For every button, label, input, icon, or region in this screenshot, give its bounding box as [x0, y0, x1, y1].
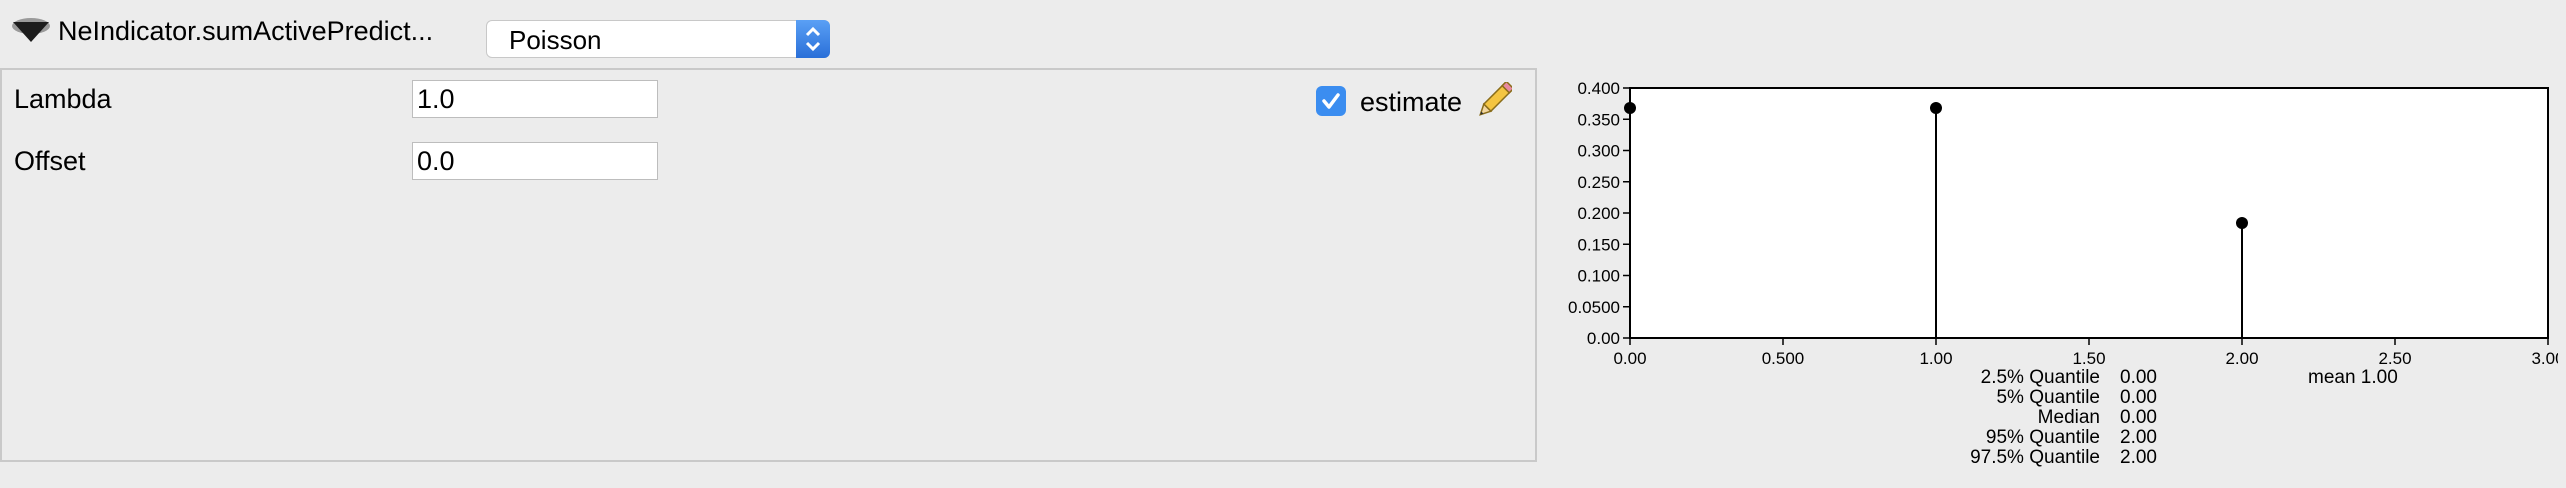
x-tick-label: 2.00 — [2225, 349, 2258, 368]
mean-value: mean 1.00 — [2308, 367, 2398, 388]
offset-input[interactable] — [412, 142, 658, 180]
quantile-label: 2.5% Quantile — [1980, 367, 2100, 388]
x-tick-label: 1.50 — [2072, 349, 2105, 368]
parameter-panel: Lambda Offset estimate — [0, 68, 1537, 462]
distribution-select-value: Poisson — [509, 25, 602, 55]
quantile-label: Median — [2037, 407, 2100, 428]
parameter-header: NeIndicator.sumActivePredict... Poisson — [0, 0, 860, 66]
y-tick-label: 0.250 — [1577, 173, 1620, 192]
quantile-label: 95% Quantile — [1985, 427, 2100, 448]
stem-point — [1930, 102, 1942, 114]
x-tick-label: 0.500 — [1762, 349, 1805, 368]
lambda-label: Lambda — [14, 84, 112, 114]
y-tick-label: 0.300 — [1577, 142, 1620, 161]
quantile-labels: 2.5% Quantile 5% Quantile Median 95% Qua… — [1900, 368, 2100, 468]
y-tick-label: 0.100 — [1577, 267, 1620, 286]
stem-point — [2236, 217, 2248, 229]
distribution-select[interactable]: Poisson — [486, 20, 830, 58]
x-tick-label: 1.00 — [1919, 349, 1952, 368]
y-tick-label: 0.200 — [1577, 204, 1620, 223]
quantile-value: 2.00 — [2120, 427, 2157, 448]
plot-area — [1629, 87, 2549, 339]
lambda-input[interactable] — [412, 80, 658, 118]
y-tick-label: 0.150 — [1577, 235, 1620, 254]
quantile-value: 0.00 — [2120, 367, 2157, 388]
y-tick-label: 0.350 — [1577, 110, 1620, 129]
dropdown-stepper-icon[interactable] — [796, 20, 830, 58]
y-tick-label: 0.400 — [1577, 79, 1620, 98]
stem-point — [1624, 102, 1636, 114]
checkbox-checked-icon — [1322, 93, 1340, 109]
x-tick-label: 3.00 — [2531, 349, 2558, 368]
offset-label: Offset — [14, 146, 86, 176]
quantile-label: 97.5% Quantile — [1970, 447, 2100, 468]
estimate-checkbox[interactable] — [1316, 86, 1346, 116]
quantile-value: 2.00 — [2120, 447, 2157, 468]
y-tick-label: 0.0500 — [1568, 298, 1620, 317]
distribution-chart: 0.400 0.350 0.300 0.250 0.200 0.150 0.100 0.050… — [1568, 79, 2558, 368]
quantile-label: 5% Quantile — [1996, 387, 2100, 408]
x-tick-label: 2.50 — [2378, 349, 2411, 368]
collapse-triangle-icon[interactable] — [10, 16, 52, 44]
quantile-value: 0.00 — [2120, 387, 2157, 408]
x-tick-label: 0.00 — [1613, 349, 1646, 368]
quantile-value: 0.00 — [2120, 407, 2157, 428]
pencil-icon[interactable] — [1474, 82, 1512, 122]
y-tick-label: 0.00 — [1587, 329, 1620, 348]
estimate-label: estimate — [1360, 87, 1463, 117]
quantile-values: 0.00 0.00 0.00 2.00 2.00 — [2120, 368, 2200, 468]
parameter-name: NeIndicator.sumActivePredict... — [58, 16, 434, 46]
